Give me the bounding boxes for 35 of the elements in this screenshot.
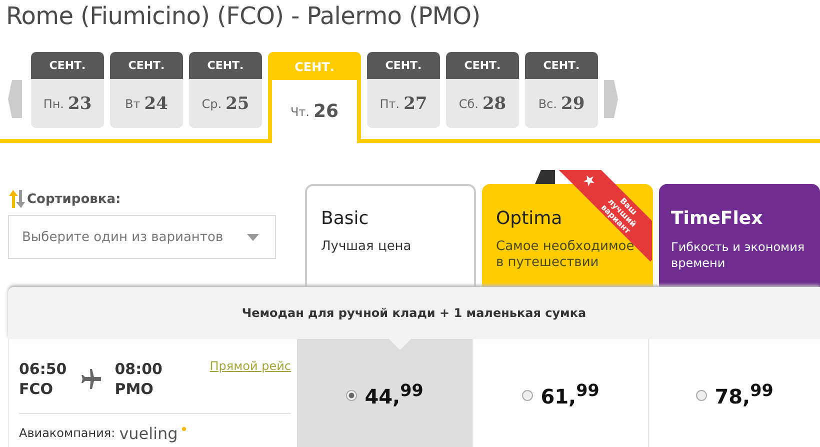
date-tab[interactable]: СЕНТ. Пт. 27 [367, 52, 440, 128]
price: 78,$^{99}$ [714, 381, 774, 409]
plane-icon [80, 369, 101, 389]
price: 61,$^{99}$ [540, 381, 600, 409]
radio-button[interactable] [522, 390, 533, 400]
previous-arrow-icon[interactable] [8, 80, 22, 118]
price-cell[interactable]: 44,$^{99}$ [297, 339, 473, 447]
airline-label: Авиакомпания: [19, 426, 116, 440]
ribbon-fold [535, 170, 555, 184]
fare-card[interactable]: TimeFlex Гибкость и экономия времени [659, 184, 820, 287]
route-title: Rome (Fiumicino) (FCO) - Palermo (PMO) [5, 1, 482, 32]
price-cell[interactable]: 78,$^{99}$ [649, 339, 820, 447]
date-tab[interactable]: СЕНТ. Пн. 23 [31, 52, 104, 128]
fare-card[interactable]: Basic Лучшая цена [305, 184, 476, 287]
caret-icon [247, 234, 259, 240]
price: 44,$^{99}$ [364, 381, 424, 409]
dot-icon [182, 427, 186, 431]
departure-time: 06:50 [19, 359, 67, 379]
date-tab[interactable]: СЕНТ. Ср. 25 [189, 52, 262, 128]
date-tab[interactable]: СЕНТ. Сб. 28 [446, 52, 519, 128]
radio-button[interactable] [346, 390, 357, 400]
date-tab[interactable]: СЕНТ. Вс. 29 [525, 52, 598, 128]
baggage-text: Чемодан для ручной клади + 1 маленькая сумка [242, 306, 586, 320]
departure-airport: FCO [19, 379, 54, 399]
date-tab[interactable]: СЕНТ. Чт. 26 [268, 52, 361, 143]
radio-button[interactable] [696, 390, 707, 400]
sort-dropdown[interactable]: Выберите один из вариантов [8, 215, 276, 259]
arrival-airport: PMO [114, 379, 154, 399]
price-cell[interactable]: 61,$^{99}$ [473, 339, 649, 447]
sort-label: Сортировка: [27, 192, 121, 206]
arrival-time: 08:00 [114, 359, 162, 379]
airline-logo: vueling [119, 426, 178, 441]
sort-arrows-icon [8, 189, 26, 209]
date-tab[interactable]: СЕНТ. Вт 24 [110, 52, 183, 128]
next-arrow-icon[interactable] [604, 80, 618, 118]
